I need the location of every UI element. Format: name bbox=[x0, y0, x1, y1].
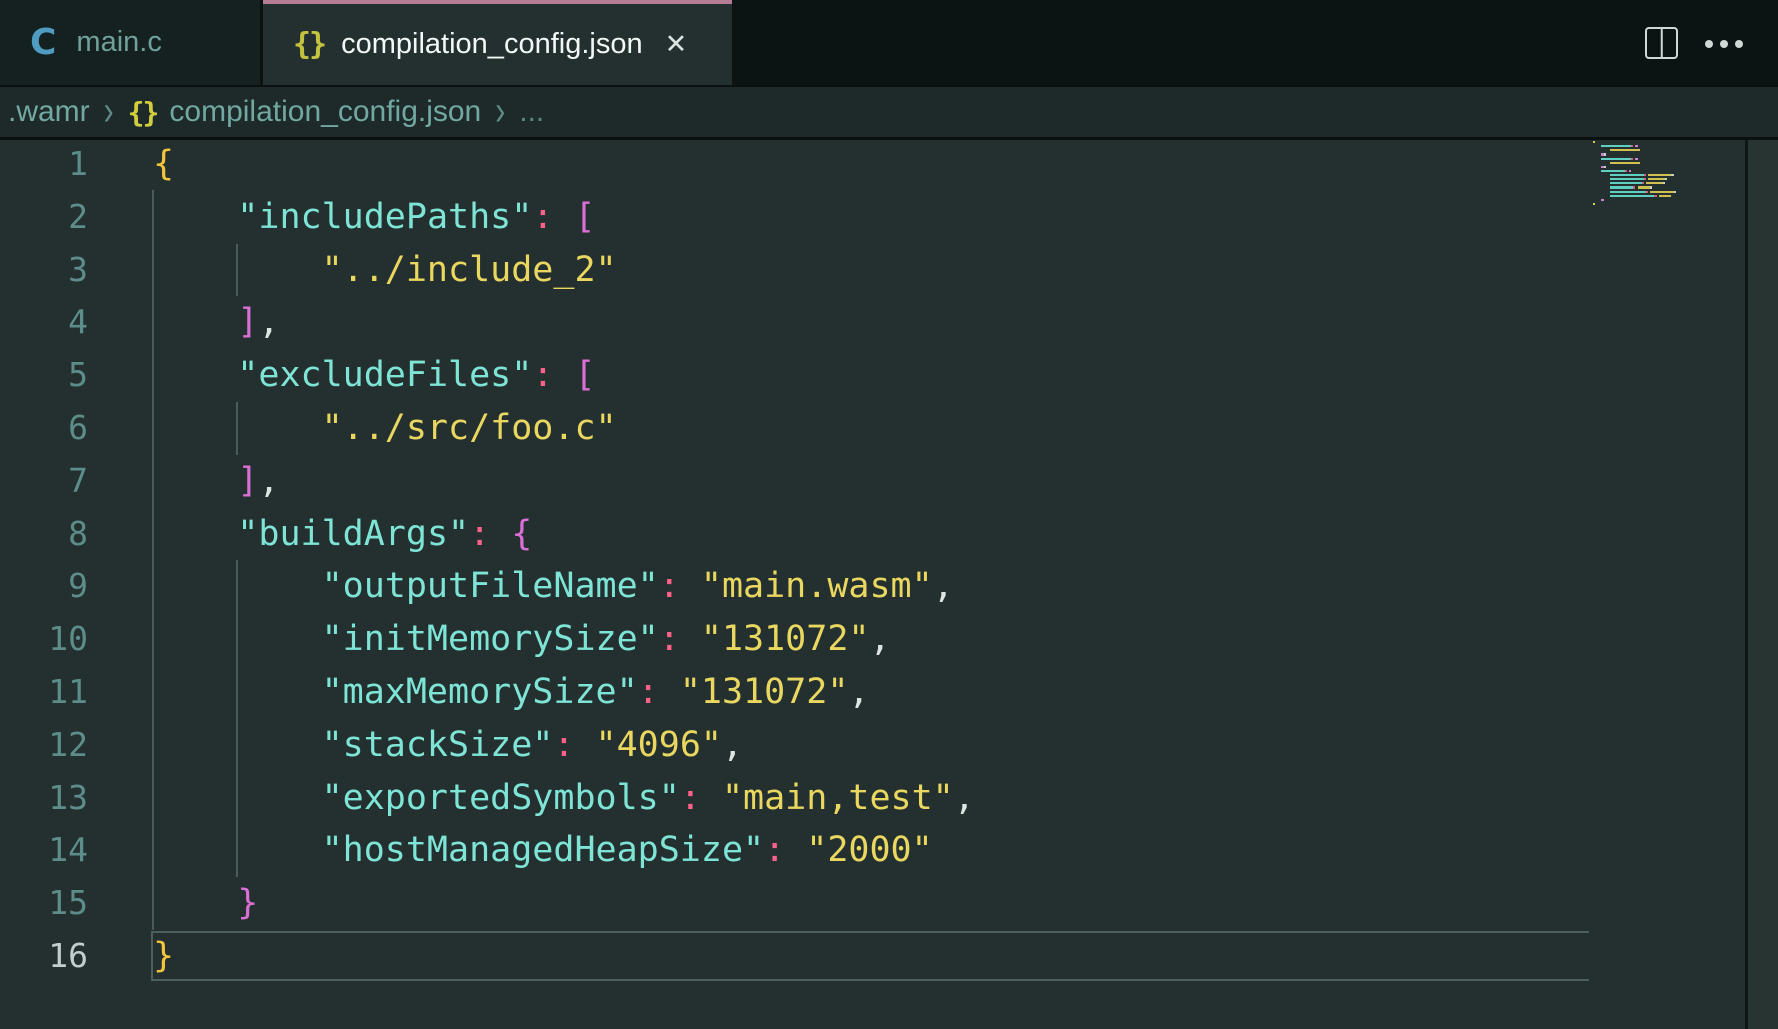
code-line[interactable]: 16} bbox=[0, 930, 1745, 983]
code-text: "outputFileName": "main.wasm", bbox=[153, 560, 954, 613]
line-number[interactable]: 6 bbox=[0, 402, 88, 455]
line-number[interactable]: 4 bbox=[0, 296, 88, 349]
code-line[interactable]: 2 "includePaths": [ bbox=[0, 191, 1745, 244]
line-number[interactable]: 7 bbox=[0, 455, 88, 508]
code-line[interactable]: 13 "exportedSymbols": "main,test", bbox=[0, 772, 1745, 825]
code-line[interactable]: 12 "stackSize": "4096", bbox=[0, 719, 1745, 772]
line-number[interactable]: 5 bbox=[0, 349, 88, 402]
split-editor-icon[interactable] bbox=[1645, 27, 1678, 59]
tab-main-c[interactable]: C main.c bbox=[0, 0, 260, 85]
code-lines: 1{2 "includePaths": [3 "../include_2"4 ]… bbox=[0, 138, 1745, 983]
code-line[interactable]: 1{ bbox=[0, 138, 1745, 191]
close-icon[interactable]: ✕ bbox=[665, 31, 688, 58]
code-text: "excludeFiles": [ bbox=[153, 349, 596, 402]
line-number[interactable]: 15 bbox=[0, 877, 88, 930]
breadcrumb-item-wamr[interactable]: .wamr bbox=[8, 95, 90, 129]
json-braces-icon: {} bbox=[293, 27, 325, 62]
code-text: "includePaths": [ bbox=[153, 191, 596, 244]
tab-label: compilation_config.json bbox=[341, 28, 642, 61]
code-line[interactable]: 5 "excludeFiles": [ bbox=[0, 349, 1745, 402]
code-line[interactable]: 4 ], bbox=[0, 296, 1745, 349]
code-editor[interactable]: 1{2 "includePaths": [3 "../include_2"4 ]… bbox=[0, 140, 1778, 1029]
code-text: "../src/foo.c" bbox=[153, 402, 617, 455]
minimap[interactable] bbox=[1593, 141, 1743, 361]
code-text: "maxMemorySize": "131072", bbox=[153, 666, 869, 719]
vscode-editor-window: C main.c {} compilation_config.json ✕ .w… bbox=[0, 0, 1778, 1029]
code-text: "initMemorySize": "131072", bbox=[153, 613, 891, 666]
chevron-right-icon: › bbox=[495, 88, 505, 136]
code-line[interactable]: 8 "buildArgs": { bbox=[0, 508, 1745, 561]
json-braces-icon: {} bbox=[128, 96, 158, 129]
line-number[interactable]: 14 bbox=[0, 824, 88, 877]
breadcrumb-item-symbol-path[interactable]: ... bbox=[519, 95, 544, 129]
line-number[interactable]: 3 bbox=[0, 244, 88, 297]
chevron-right-icon: › bbox=[104, 88, 114, 136]
more-actions-icon[interactable] bbox=[1705, 40, 1743, 48]
code-text: { bbox=[153, 138, 174, 191]
code-line[interactable]: 7 ], bbox=[0, 455, 1745, 508]
line-number[interactable]: 10 bbox=[0, 613, 88, 666]
code-line[interactable]: 6 "../src/foo.c" bbox=[0, 402, 1745, 455]
code-line[interactable]: 9 "outputFileName": "main.wasm", bbox=[0, 560, 1745, 613]
code-line[interactable]: 11 "maxMemorySize": "131072", bbox=[0, 666, 1745, 719]
code-text: "../include_2" bbox=[153, 244, 617, 297]
code-line[interactable]: 10 "initMemorySize": "131072", bbox=[0, 613, 1745, 666]
code-text: } bbox=[153, 930, 174, 983]
tab-bar: C main.c {} compilation_config.json ✕ bbox=[0, 0, 1778, 85]
tab-compilation-config-json[interactable]: {} compilation_config.json ✕ bbox=[263, 0, 732, 85]
line-number[interactable]: 1 bbox=[0, 138, 88, 191]
line-number[interactable]: 8 bbox=[0, 508, 88, 561]
breadcrumb-item-filename[interactable]: compilation_config.json bbox=[169, 95, 481, 129]
line-number[interactable]: 16 bbox=[0, 930, 88, 983]
code-text: } bbox=[153, 877, 258, 930]
code-line[interactable]: 14 "hostManagedHeapSize": "2000" bbox=[0, 824, 1745, 877]
code-text: ], bbox=[153, 455, 279, 508]
code-text: "stackSize": "4096", bbox=[153, 719, 743, 772]
line-number[interactable]: 12 bbox=[0, 719, 88, 772]
scrollbar-gutter[interactable] bbox=[1748, 140, 1778, 1029]
breadcrumb: .wamr › {} compilation_config.json › ... bbox=[0, 87, 1778, 137]
c-file-icon: C bbox=[30, 22, 56, 63]
line-number[interactable]: 2 bbox=[0, 191, 88, 244]
code-text: "hostManagedHeapSize": "2000" bbox=[153, 824, 933, 877]
code-text: "exportedSymbols": "main,test", bbox=[153, 772, 975, 825]
line-number[interactable]: 11 bbox=[0, 666, 88, 719]
code-line[interactable]: 3 "../include_2" bbox=[0, 244, 1745, 297]
tab-label: main.c bbox=[76, 26, 161, 59]
code-text: "buildArgs": { bbox=[153, 508, 532, 561]
line-number[interactable]: 9 bbox=[0, 560, 88, 613]
code-line[interactable]: 15 } bbox=[0, 877, 1745, 930]
code-text: ], bbox=[153, 296, 279, 349]
line-number[interactable]: 13 bbox=[0, 772, 88, 825]
